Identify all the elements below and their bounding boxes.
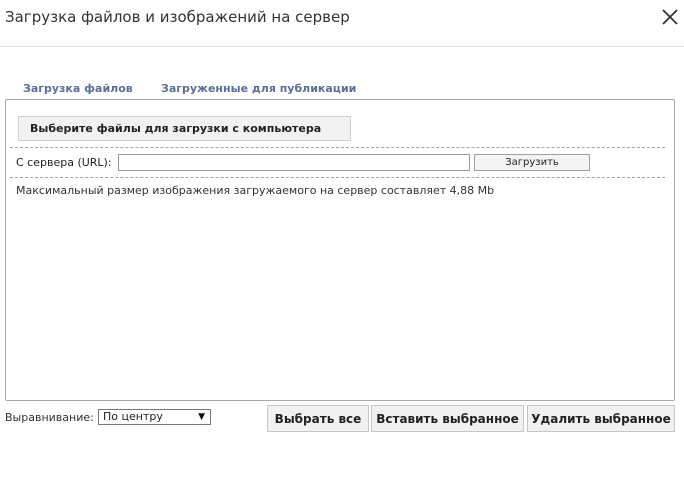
url-label: С сервера (URL):	[16, 156, 112, 169]
upload-panel: Выберите файлы для загрузки с компьютера…	[5, 99, 675, 401]
select-all-button[interactable]: Выбрать все	[267, 405, 369, 432]
tab-upload-files[interactable]: Загрузка файлов	[23, 82, 133, 95]
dialog-header: Загрузка файлов и изображений на сервер	[0, 0, 684, 47]
dialog-title: Загрузка файлов и изображений на сервер	[5, 8, 350, 26]
upload-url-button[interactable]: Загрузить	[474, 154, 590, 171]
max-size-info: Максимальный размер изображения загружае…	[16, 184, 495, 197]
url-input[interactable]	[118, 154, 470, 171]
tab-uploaded-for-publication[interactable]: Загруженные для публикации	[161, 82, 356, 95]
divider	[10, 147, 665, 148]
chevron-down-icon: ▼	[198, 412, 205, 422]
close-icon[interactable]	[661, 8, 679, 26]
alignment-select-value: По центру	[103, 410, 163, 423]
divider	[10, 177, 665, 178]
insert-selected-button[interactable]: Вставить выбранное	[371, 405, 524, 432]
choose-files-button[interactable]: Выберите файлы для загрузки с компьютера	[18, 116, 351, 141]
alignment-select[interactable]: По центру ▼	[98, 409, 211, 425]
alignment-label: Выравнивание:	[5, 411, 94, 424]
delete-selected-button[interactable]: Удалить выбранное	[527, 405, 675, 432]
